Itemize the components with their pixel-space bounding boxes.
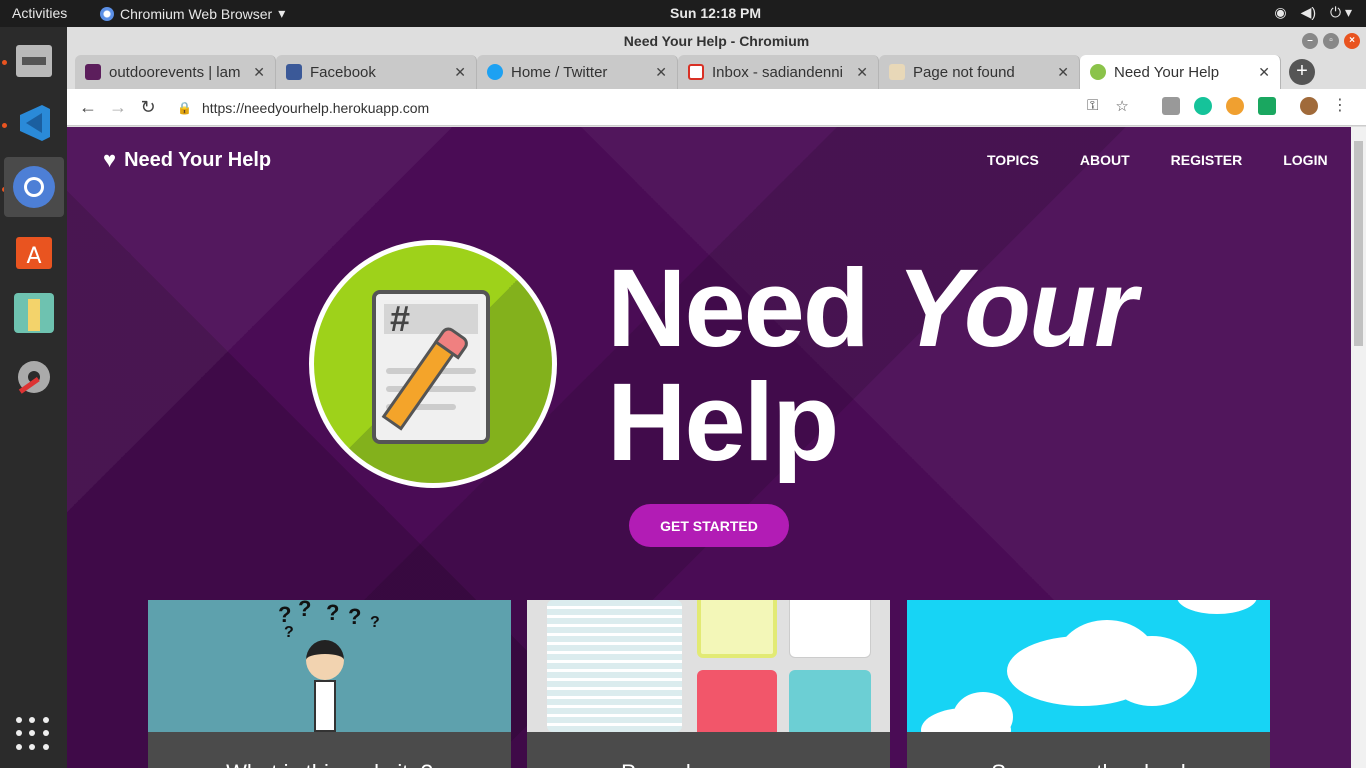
tab-label: Page not found: [913, 63, 1015, 81]
card-title: Paper less survey: [527, 732, 890, 768]
slack-icon: [85, 64, 101, 80]
site-icon: [889, 64, 905, 80]
tab-strip: outdoorevents | lam ✕ Facebook ✕ Home / …: [75, 55, 1281, 89]
tab-need-your-help[interactable]: Need Your Help ✕: [1080, 55, 1281, 89]
site-icon: [1090, 64, 1106, 80]
clouds-illustration: [907, 600, 1270, 732]
key-icon[interactable]: ⚿: [1087, 97, 1098, 115]
card-survey-on-the-cloud[interactable]: Survey on the cloud: [907, 600, 1270, 768]
url-text: https://needyourhelp.herokuapp.com: [201, 99, 430, 116]
scrollbar-thumb[interactable]: [1354, 141, 1363, 346]
settings-app-icon[interactable]: [4, 347, 64, 407]
close-tab-icon[interactable]: ✕: [454, 64, 466, 81]
profile-avatar[interactable]: [1300, 97, 1318, 115]
site-nav: TOPICS ABOUT REGISTER LOGIN: [987, 152, 1328, 168]
close-window-button[interactable]: ×: [1344, 33, 1360, 49]
tab-label: Need Your Help: [1114, 63, 1220, 81]
gmail-icon: [688, 64, 704, 80]
minimize-button[interactable]: –: [1302, 33, 1318, 49]
giraffe-app-icon[interactable]: [4, 283, 64, 343]
close-tab-icon[interactable]: ✕: [253, 64, 265, 81]
bookmark-star-icon[interactable]: ☆: [1115, 97, 1128, 115]
app-menu-label: Chromium Web Browser: [120, 5, 273, 22]
browser-toolbar: ← → ↻ 🔒 https://needyourhelp.herokuapp.c…: [67, 89, 1366, 126]
twitter-icon: [487, 64, 503, 80]
get-started-button[interactable]: GET STARTED: [629, 504, 789, 547]
close-tab-icon[interactable]: ✕: [1057, 64, 1069, 81]
nav-topics[interactable]: TOPICS: [987, 152, 1039, 168]
tab-label: Facebook: [310, 63, 376, 81]
card-what-is-this[interactable]: ? ? ? ? ? ? What is this website?: [148, 600, 511, 768]
page-viewport: ♥ Need Your Help TOPICS ABOUT REGISTER L…: [67, 127, 1351, 768]
extension-h-icon[interactable]: [1162, 97, 1180, 115]
confused-person-illustration: ? ? ? ? ? ?: [148, 600, 511, 732]
tab-label: Home / Twitter: [511, 63, 608, 81]
maximize-button[interactable]: ▫: [1323, 33, 1339, 49]
page-scrollbar[interactable]: [1351, 127, 1366, 768]
notepad-illustration: [527, 600, 890, 732]
survey-logo: #: [309, 240, 557, 488]
software-center-icon[interactable]: A: [4, 221, 64, 281]
nav-register[interactable]: REGISTER: [1171, 152, 1243, 168]
reload-icon[interactable]: ↻: [133, 97, 163, 118]
forward-icon[interactable]: →: [103, 97, 133, 118]
chromium-app-icon[interactable]: [4, 157, 64, 217]
card-paper-less-survey[interactable]: Paper less survey: [527, 600, 890, 768]
window-title-text: Need Your Help - Chromium: [623, 33, 810, 49]
tab-facebook[interactable]: Facebook ✕: [276, 55, 477, 89]
heart-icon: ♥: [103, 147, 117, 172]
svg-text:A: A: [26, 244, 41, 269]
tab-page-not-found[interactable]: Page not found ✕: [879, 55, 1080, 89]
tab-label: outdoorevents | lam: [109, 63, 241, 81]
app-menu[interactable]: Chromium Web Browser ▾: [100, 5, 285, 22]
power-icon: ⏻ ▾: [1330, 4, 1352, 20]
hero-word-help: Help: [607, 361, 839, 484]
clock[interactable]: Sun 12:18 PM: [670, 5, 761, 21]
system-top-bar: Activities Chromium Web Browser ▾ Sun 12…: [0, 0, 1366, 27]
chevron-down-icon: ▾: [278, 5, 286, 21]
address-bar[interactable]: 🔒 https://needyourhelp.herokuapp.com: [177, 93, 1162, 122]
activities-button[interactable]: Activities: [12, 5, 67, 21]
hero-word-your: Your: [896, 247, 1137, 370]
cookie-icon[interactable]: [1226, 97, 1244, 115]
site-brand[interactable]: ♥ Need Your Help: [103, 147, 271, 173]
tab-outdoorevents[interactable]: outdoorevents | lam ✕: [75, 55, 276, 89]
extensions: ⋮: [1162, 97, 1348, 115]
hero-title: Need Your Help: [607, 252, 1137, 480]
volume-icon: ◀): [1300, 4, 1316, 20]
new-tab-button[interactable]: +: [1289, 59, 1315, 85]
menu-kebab-icon[interactable]: ⋮: [1332, 97, 1348, 115]
hero-word-need: Need: [607, 247, 870, 370]
show-apps-button[interactable]: [16, 717, 50, 751]
nav-about[interactable]: ABOUT: [1080, 152, 1130, 168]
brand-text: Need Your Help: [124, 148, 272, 171]
nav-login[interactable]: LOGIN: [1283, 152, 1327, 168]
system-tray[interactable]: ◉ ◀) ⏻ ▾: [1274, 4, 1352, 21]
tab-label: Inbox - sadiandenni: [712, 63, 843, 81]
browser-window: Need Your Help - Chromium – ▫ × outdoore…: [67, 27, 1366, 768]
vue-devtools-icon[interactable]: [1258, 97, 1276, 115]
chromium-icon: [100, 6, 114, 21]
card-title: Survey on the cloud: [907, 732, 1270, 768]
dock: A: [0, 27, 67, 768]
tab-gmail[interactable]: Inbox - sadiandenni ✕: [678, 55, 879, 89]
tab-twitter[interactable]: Home / Twitter ✕: [477, 55, 678, 89]
window-title: Need Your Help - Chromium – ▫ ×: [67, 27, 1366, 55]
close-tab-icon[interactable]: ✕: [655, 64, 667, 81]
grammarly-icon[interactable]: [1194, 97, 1212, 115]
close-tab-icon[interactable]: ✕: [856, 64, 868, 81]
files-app-icon[interactable]: [4, 31, 64, 91]
facebook-icon: [286, 64, 302, 80]
back-icon[interactable]: ←: [73, 97, 103, 118]
close-tab-icon[interactable]: ✕: [1258, 64, 1270, 81]
card-title: What is this website?: [148, 732, 511, 768]
lock-icon: 🔒: [177, 100, 192, 115]
vscode-app-icon[interactable]: [4, 93, 64, 153]
wifi-icon: ◉: [1274, 4, 1287, 20]
